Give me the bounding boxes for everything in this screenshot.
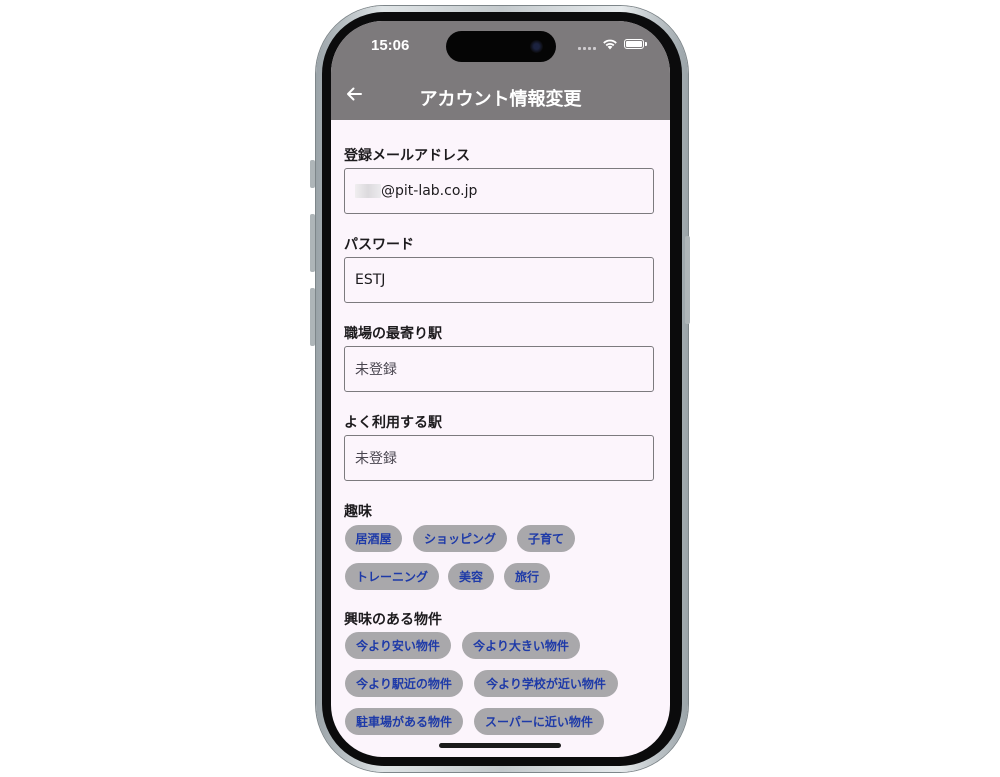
- frequent-station-field[interactable]: 未登録: [344, 435, 654, 481]
- camera-icon: [530, 40, 543, 53]
- hobby-chip[interactable]: 旅行: [504, 563, 550, 590]
- work-station-value: 未登録: [355, 362, 397, 378]
- redacted-text: [355, 184, 381, 198]
- work-station-label: 職場の最寄り駅: [344, 326, 442, 342]
- interests-label: 興味のある物件: [344, 612, 442, 628]
- power-button: [685, 236, 690, 324]
- volume-up-button: [310, 214, 315, 272]
- password-field[interactable]: ESTJ: [344, 257, 654, 303]
- page-title: アカウント情報変更: [419, 89, 582, 110]
- password-label: パスワード: [344, 237, 414, 253]
- hobbies-label: 趣味: [344, 504, 372, 520]
- wifi-icon: [603, 39, 617, 50]
- password-value: ESTJ: [355, 272, 386, 288]
- interest-chip[interactable]: 今より大きい物件: [462, 632, 580, 659]
- frequent-station-value: 未登録: [355, 451, 397, 467]
- hobby-chip[interactable]: ショッピング: [413, 525, 507, 552]
- hobby-chip[interactable]: 居酒屋: [345, 525, 402, 552]
- interest-chip[interactable]: 今より学校が近い物件: [474, 670, 618, 697]
- battery-icon: [624, 39, 647, 49]
- volume-down-button: [310, 288, 315, 346]
- signal-icon: [578, 38, 596, 50]
- email-value: @pit-lab.co.jp: [381, 183, 478, 199]
- interest-chip[interactable]: 今より安い物件: [345, 632, 451, 659]
- email-field[interactable]: @pit-lab.co.jp: [344, 168, 654, 214]
- frequent-station-label: よく利用する駅: [344, 415, 442, 431]
- app-bar: 15:06 アカウント情報変更: [331, 21, 670, 120]
- status-icons: [578, 38, 647, 50]
- status-time: 15:06: [371, 37, 410, 54]
- hobby-chip[interactable]: 美容: [448, 563, 494, 590]
- interest-chip[interactable]: 今より駅近の物件: [345, 670, 463, 697]
- interest-chip[interactable]: 駐車場がある物件: [345, 708, 463, 735]
- interest-chip[interactable]: スーパーに近い物件: [474, 708, 604, 735]
- work-station-field[interactable]: 未登録: [344, 346, 654, 392]
- action-button: [310, 160, 315, 188]
- hobby-chip[interactable]: トレーニング: [345, 563, 439, 590]
- home-indicator[interactable]: [439, 743, 561, 748]
- app-screen: 15:06 アカウント情報変更 登録メールアドレス @pit-lab.co.jp…: [331, 21, 670, 757]
- hobby-chip[interactable]: 子育て: [517, 525, 575, 552]
- email-label: 登録メールアドレス: [344, 148, 470, 164]
